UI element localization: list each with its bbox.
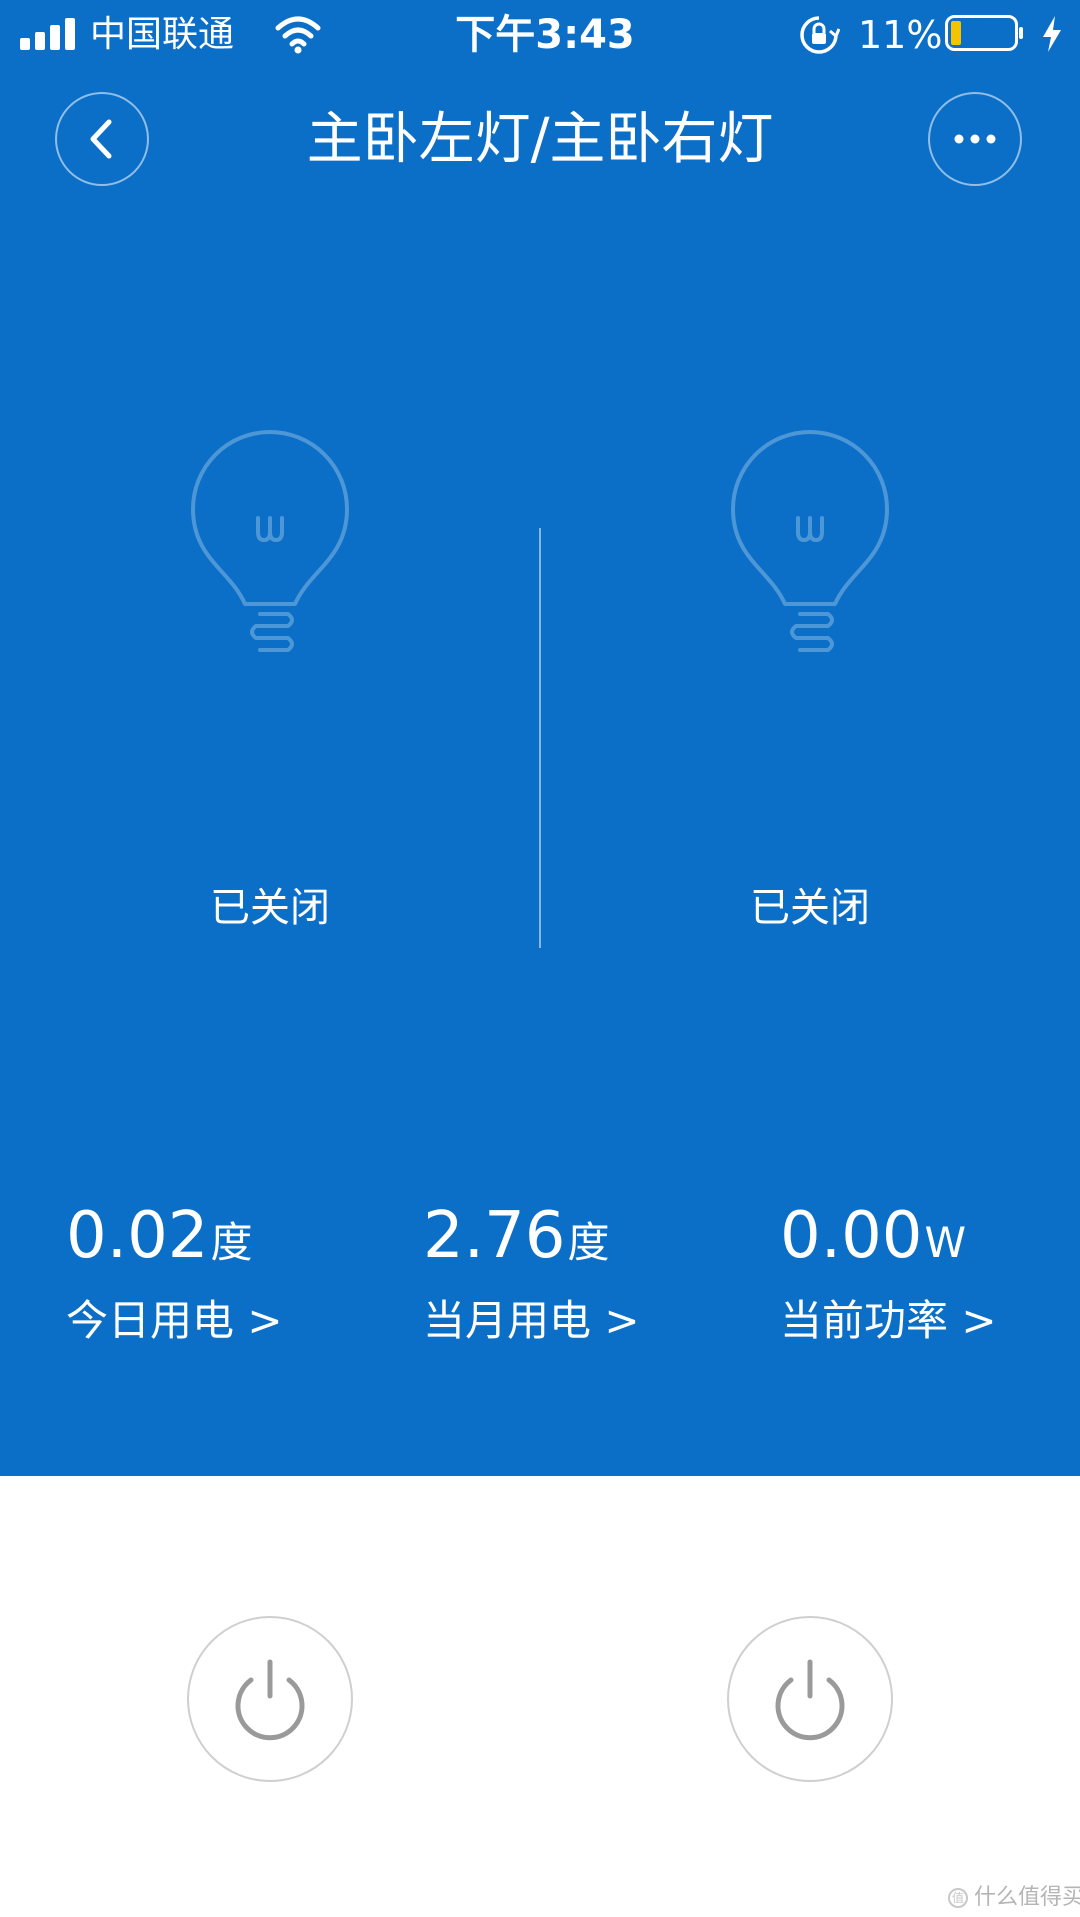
signal-icon: [20, 18, 75, 50]
carrier-name: 中国联通: [90, 14, 235, 55]
stat-unit: 度: [210, 1218, 253, 1267]
left-power-button[interactable]: [187, 1616, 353, 1782]
light-bulb-icon: [731, 430, 889, 652]
status-bar: 中国联通 下午3:43 11%: [0, 0, 1080, 70]
left-lamp-status: 已关闭: [210, 885, 330, 931]
lamp-divider: [539, 528, 541, 948]
rotation-lock-icon: [800, 16, 840, 54]
watermark-logo-icon: 值: [948, 1888, 968, 1908]
app-screen: 中国联通 下午3:43 11% 主卧左灯/主卧右灯 已关闭 已关闭 0.02度 …: [0, 0, 1080, 1917]
right-lamp-status: 已关闭: [750, 885, 870, 931]
stat-label: 当前功率 >: [780, 1296, 997, 1345]
stat-unit: W: [924, 1218, 967, 1267]
stat-value: 0.02度: [66, 1199, 253, 1273]
stat-today-usage[interactable]: 0.02度 今日用电 >: [66, 1196, 386, 1351]
right-lamp[interactable]: [690, 420, 930, 680]
power-icon: [775, 1659, 845, 1741]
watermark: 值什么值得买: [948, 1884, 1080, 1912]
battery-percent: 11%: [858, 13, 943, 57]
more-button[interactable]: [928, 92, 1022, 186]
stat-label: 今日用电 >: [66, 1296, 283, 1345]
light-bulb-icon: [191, 430, 349, 652]
more-dots-icon: [954, 134, 996, 144]
stat-value: 0.00W: [780, 1199, 967, 1273]
right-power-button[interactable]: [727, 1616, 893, 1782]
stat-unit: 度: [567, 1218, 610, 1267]
status-time: 下午3:43: [455, 12, 635, 58]
chevron-left-icon: [90, 119, 112, 159]
stat-label: 当月用电 >: [423, 1296, 640, 1345]
charging-icon: [1043, 16, 1061, 52]
page-title: 主卧左灯/主卧右灯: [306, 107, 774, 172]
power-icon: [235, 1659, 305, 1741]
left-lamp[interactable]: [150, 420, 390, 680]
back-button[interactable]: [55, 92, 149, 186]
battery-icon: [945, 15, 1023, 51]
wifi-icon: [275, 16, 321, 54]
stat-value: 2.76度: [423, 1199, 610, 1273]
stat-current-power[interactable]: 0.00W 当前功率 >: [780, 1196, 1080, 1351]
device-panel: 中国联通 下午3:43 11% 主卧左灯/主卧右灯 已关闭 已关闭 0.02度 …: [0, 0, 1080, 1476]
stat-month-usage[interactable]: 2.76度 当月用电 >: [423, 1196, 743, 1351]
